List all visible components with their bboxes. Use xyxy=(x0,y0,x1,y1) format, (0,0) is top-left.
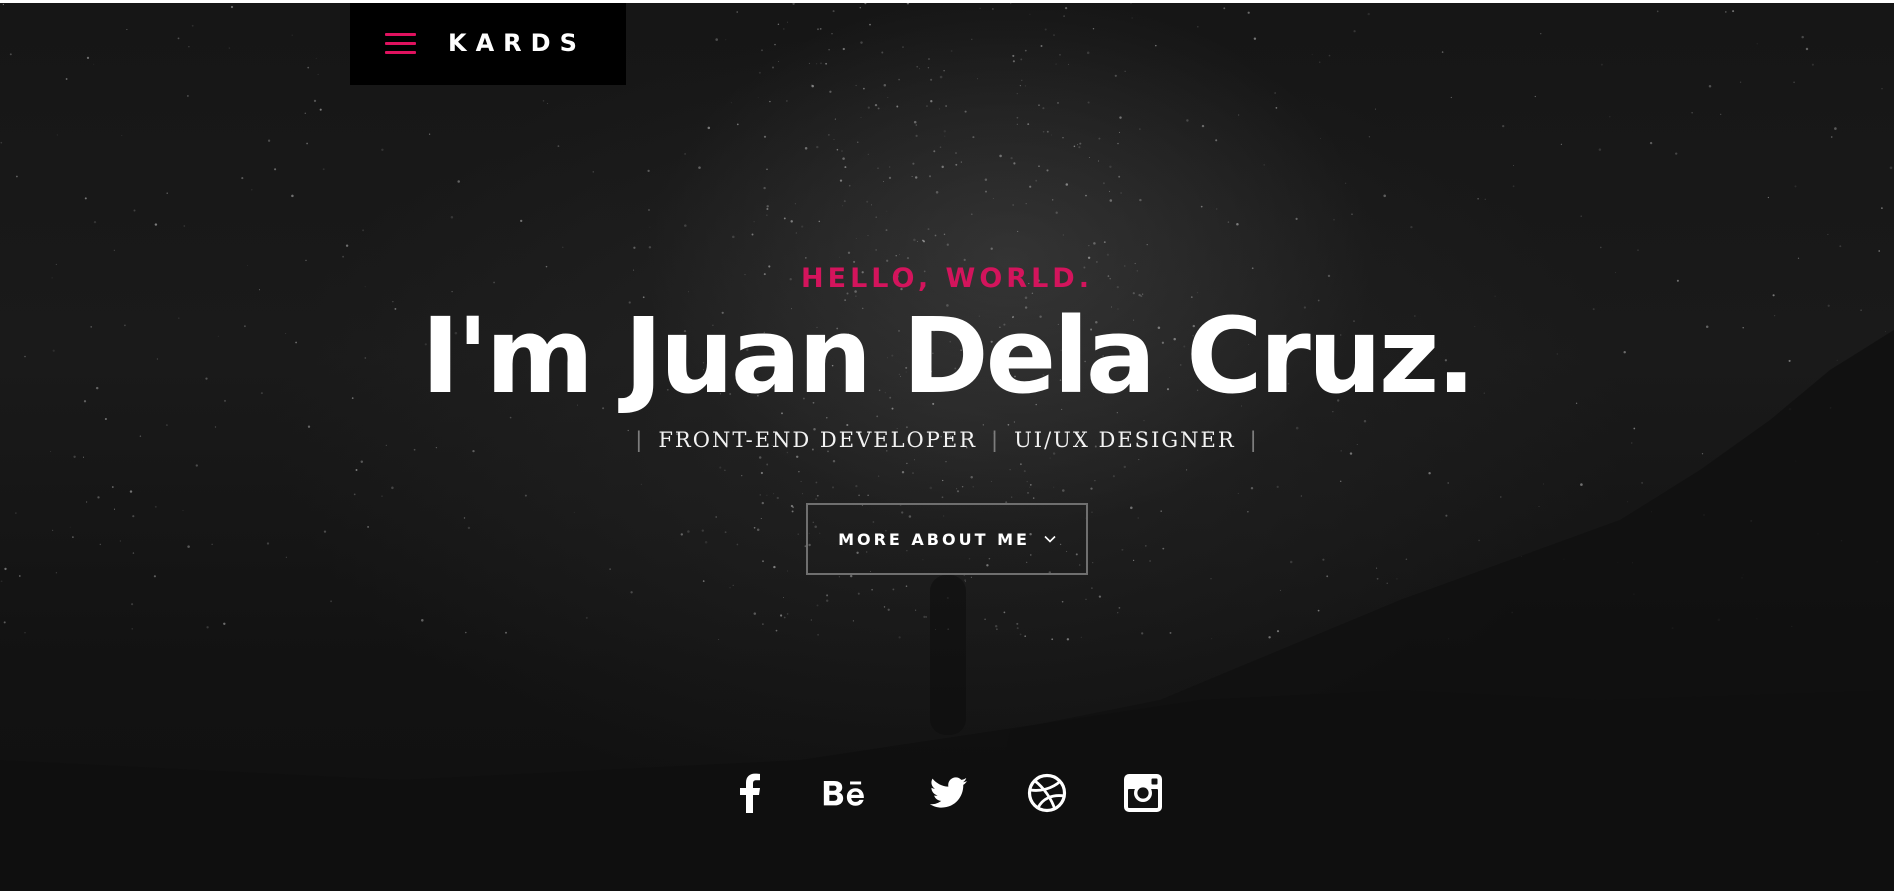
behance-icon xyxy=(823,781,864,806)
role-separator: | xyxy=(1249,428,1259,452)
twitter-link[interactable] xyxy=(926,770,972,816)
brand-header: KARDS xyxy=(350,3,626,85)
greeting-text: HELLO, WORLD. xyxy=(801,263,1093,294)
hamburger-menu-icon[interactable] xyxy=(385,31,416,57)
facebook-icon xyxy=(740,773,760,813)
instagram-icon xyxy=(1124,774,1162,812)
more-about-me-button[interactable]: MORE ABOUT ME xyxy=(806,503,1088,575)
role-front-end: FRONT-END DEVELOPER xyxy=(658,428,978,452)
behance-link[interactable] xyxy=(822,770,868,816)
facebook-link[interactable] xyxy=(727,770,773,816)
role-separator: | xyxy=(635,428,645,452)
role-separator: | xyxy=(991,428,1001,452)
twitter-icon xyxy=(930,777,968,808)
dribbble-link[interactable] xyxy=(1024,770,1070,816)
page-title: I'm Juan Dela Cruz. xyxy=(421,295,1476,417)
brand-logo-text[interactable]: KARDS xyxy=(448,29,586,57)
role-uiux: UI/UX DESIGNER xyxy=(1014,428,1236,452)
instagram-link[interactable] xyxy=(1120,770,1166,816)
dribbble-icon xyxy=(1027,773,1067,813)
more-about-me-label: MORE ABOUT ME xyxy=(838,529,1030,549)
chevron-down-icon xyxy=(1044,535,1056,543)
roles-line: | FRONT-END DEVELOPER | UI/UX DESIGNER | xyxy=(0,428,1894,452)
top-border xyxy=(0,0,1894,3)
